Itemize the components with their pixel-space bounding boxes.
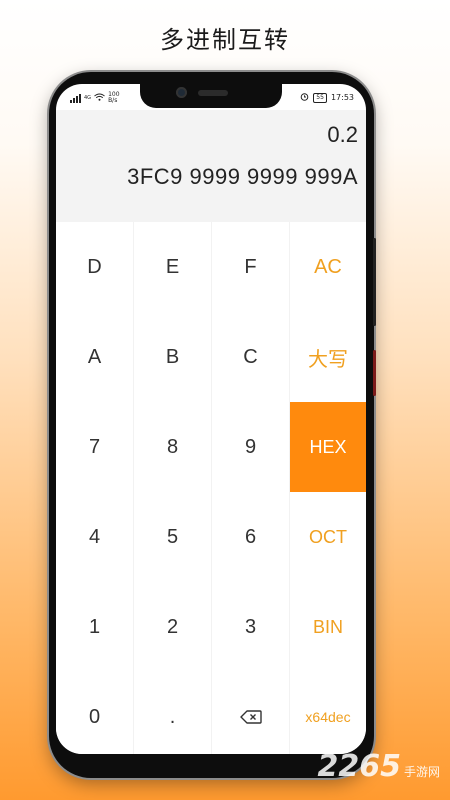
hex-mode-button[interactable]: HEX — [290, 402, 366, 492]
key-e[interactable]: E — [134, 222, 212, 312]
front-camera — [176, 87, 187, 98]
key-1[interactable]: 1 — [56, 582, 134, 672]
status-left: 4G 100 B/s — [70, 92, 120, 104]
clear-button[interactable]: AC — [290, 222, 366, 312]
result-text: 3FC9 9999 9999 999A — [127, 164, 358, 189]
calculator-display: 0.2 3FC9 9999 9999 999A — [56, 110, 366, 222]
status-time: 17:53 — [330, 93, 354, 102]
signal-icon — [70, 93, 81, 103]
earpiece — [198, 90, 228, 96]
key-6[interactable]: 6 — [212, 492, 290, 582]
key-9[interactable]: 9 — [212, 402, 290, 492]
net-speed-unit: B/s — [108, 97, 118, 104]
key-3[interactable]: 3 — [212, 582, 290, 672]
wifi-icon — [94, 93, 105, 103]
power-button — [373, 238, 376, 326]
key-f[interactable]: F — [212, 222, 290, 312]
network-type: 4G — [84, 95, 92, 101]
bin-mode-button[interactable]: BIN — [290, 582, 366, 672]
x64dec-button[interactable]: x64dec — [290, 672, 366, 754]
phone-screen: 4G 100 B/s 55 17:53 0.2 3FC9 9999 9999 9… — [56, 84, 366, 754]
watermark-logo: 2265 手游网 — [317, 749, 440, 784]
promo-title: 多进制互转 — [160, 26, 290, 54]
key-4[interactable]: 4 — [56, 492, 134, 582]
expression-text: 0.2 — [327, 122, 358, 147]
key-8[interactable]: 8 — [134, 402, 212, 492]
side-key — [373, 350, 376, 396]
battery-indicator: 55 — [313, 92, 327, 103]
notch — [140, 84, 282, 108]
key-d[interactable]: D — [56, 222, 134, 312]
key-0[interactable]: 0 — [56, 672, 134, 754]
key-a[interactable]: A — [56, 312, 134, 402]
keypad: D E F AC A B C 大写 7 8 9 HEX 4 5 6 OCT 1 … — [56, 222, 366, 754]
watermark-text: 手游网 — [403, 765, 440, 779]
key-2[interactable]: 2 — [134, 582, 212, 672]
status-right: 55 17:53 — [300, 92, 354, 103]
key-7[interactable]: 7 — [56, 402, 134, 492]
watermark-number: 2265 — [317, 749, 401, 784]
oct-mode-button[interactable]: OCT — [290, 492, 366, 582]
alarm-icon — [300, 92, 309, 103]
net-speed: 100 B/s — [108, 92, 119, 104]
backspace-button[interactable] — [212, 672, 290, 754]
key-b[interactable]: B — [134, 312, 212, 402]
key-c[interactable]: C — [212, 312, 290, 402]
uppercase-button[interactable]: 大写 — [290, 312, 366, 402]
key-5[interactable]: 5 — [134, 492, 212, 582]
backspace-icon — [239, 710, 262, 724]
key-dot[interactable]: . — [134, 672, 212, 754]
